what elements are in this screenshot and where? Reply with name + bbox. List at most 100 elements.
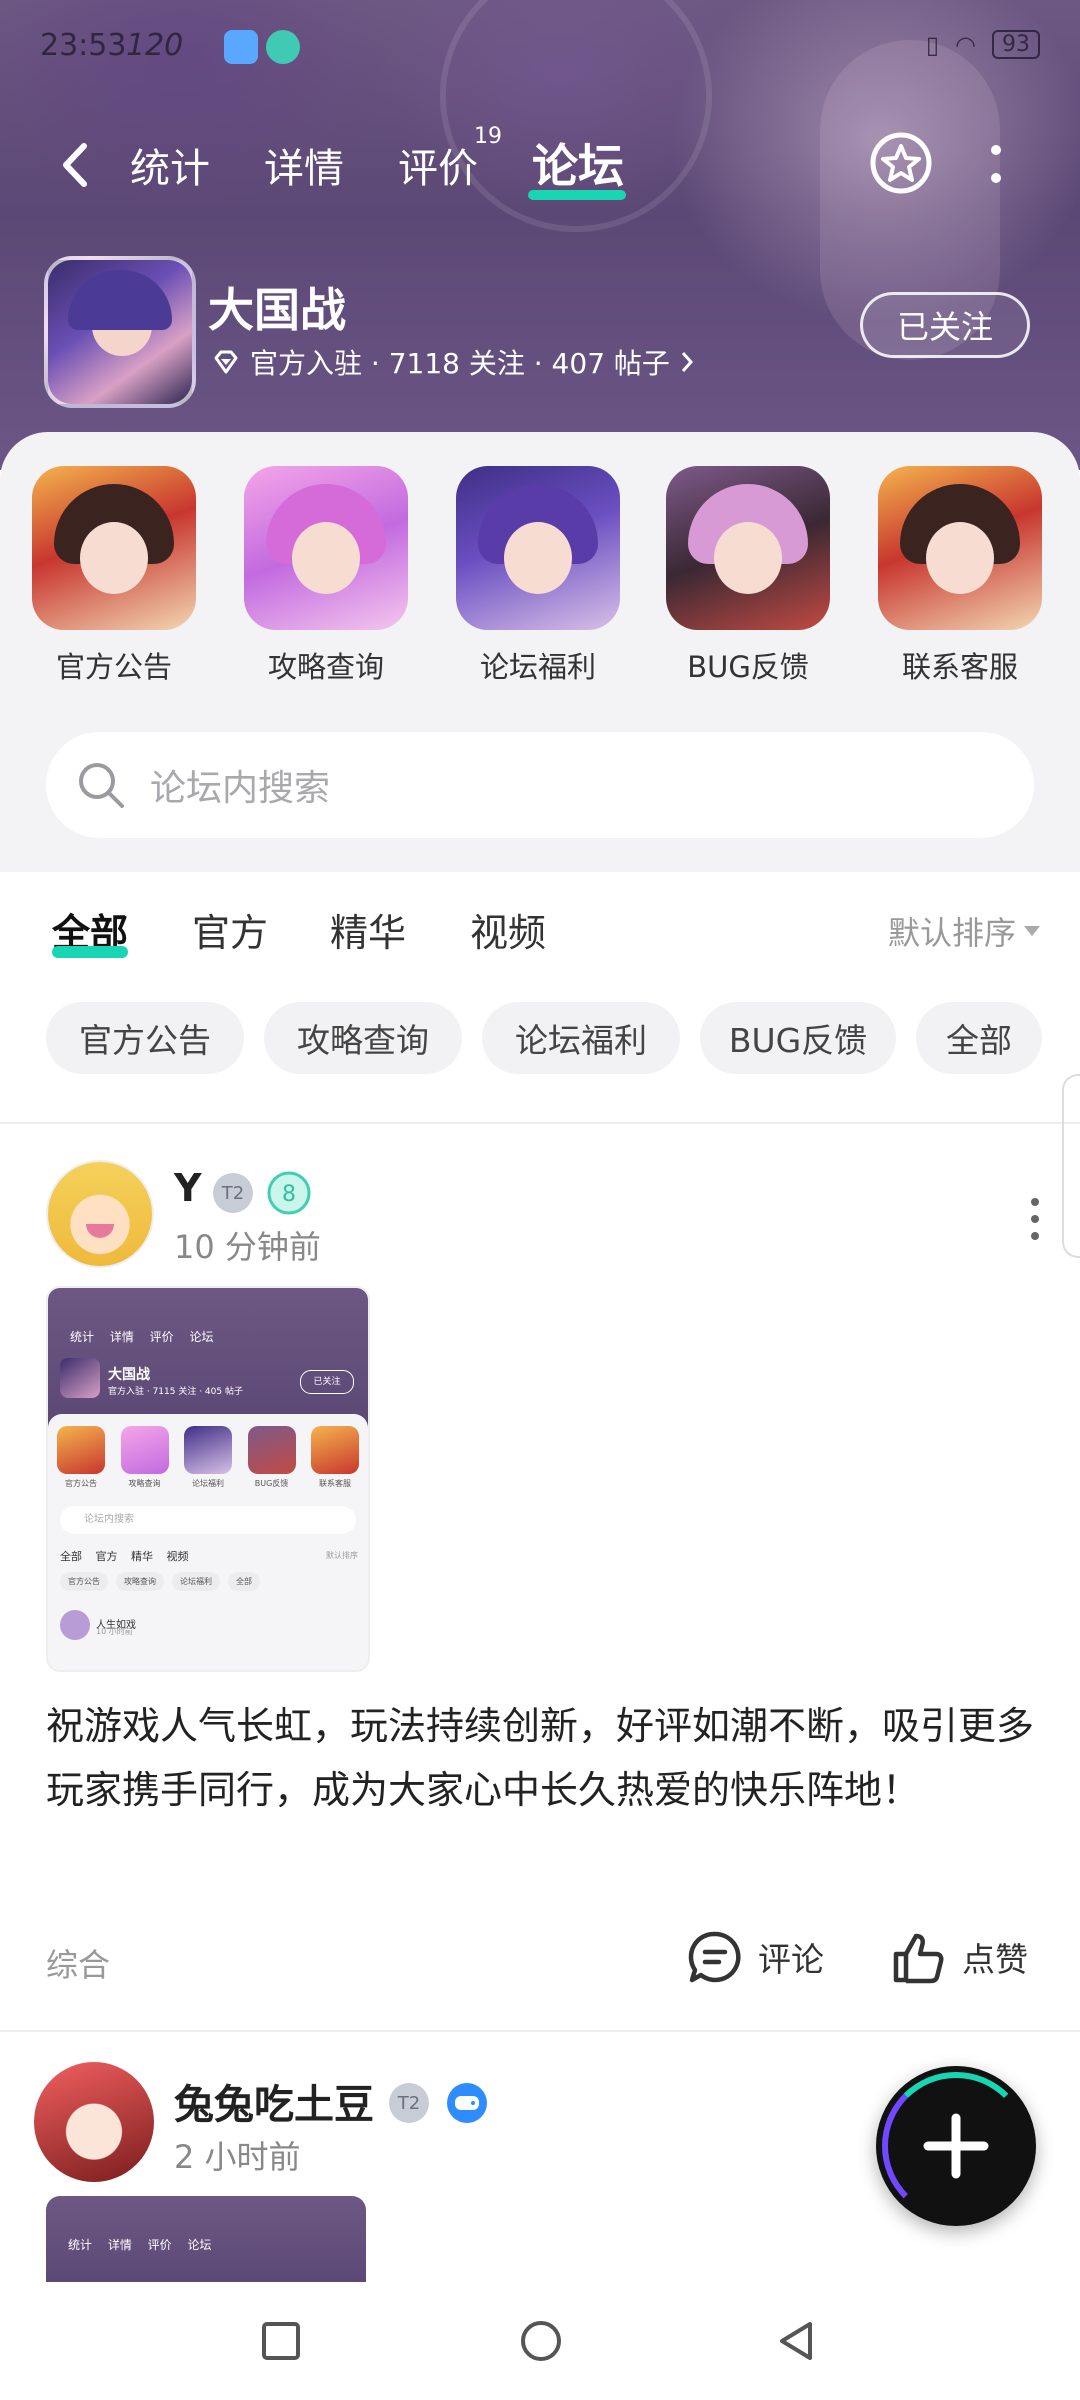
- thumb-tabs: 统计 详情 评价 论坛: [70, 1330, 214, 1344]
- chip-all[interactable]: 全部: [916, 1002, 1042, 1074]
- category-image: [456, 466, 620, 630]
- post-image[interactable]: 统计 详情 评价 论坛: [46, 2196, 366, 2286]
- status-icons: ▯ ◠ 93: [926, 30, 1040, 59]
- post-time: 10 分钟前: [174, 1228, 321, 1266]
- search-input[interactable]: 论坛内搜索: [46, 732, 1034, 838]
- system-nav-bar: [0, 2282, 1080, 2400]
- post-username[interactable]: Y: [174, 1166, 202, 1210]
- post-content[interactable]: 祝游戏人气长虹，玩法持续创新，好评如潮不断，吸引更多玩家携手同行，成为大家心中长…: [46, 1694, 1034, 1822]
- game-info: 大国战 官方入驻 · 7118 关注 · 407 帖子 已关注: [0, 256, 1080, 408]
- thumb-category: 攻略查询: [120, 1426, 170, 1489]
- post-footer: 综合 评论 点赞: [0, 1924, 1080, 1994]
- svg-text:8: 8: [282, 1182, 296, 1207]
- chip-welfare[interactable]: 论坛福利: [482, 1002, 680, 1074]
- chip-official-notice[interactable]: 官方公告: [46, 1002, 244, 1074]
- tab-details[interactable]: 详情: [264, 136, 344, 194]
- gamepad-badge-icon: [447, 2083, 487, 2123]
- svg-text:T2: T2: [221, 1183, 244, 1204]
- like-button[interactable]: 点赞: [890, 1928, 1028, 1986]
- thumb-game-icon: [60, 1358, 100, 1398]
- thumb-category: 论坛福利: [183, 1426, 233, 1489]
- filter-tab-featured[interactable]: 精华: [330, 902, 406, 957]
- post-item[interactable]: Y T2 8 10 分钟前 统计 详情 评价 论坛 大国战 官方入驻 · 711…: [0, 1154, 1080, 2004]
- app-notification-icon: [224, 30, 258, 64]
- category-guides[interactable]: 攻略查询: [236, 466, 416, 686]
- follow-button[interactable]: 已关注: [860, 292, 1030, 358]
- comment-button[interactable]: 评论: [686, 1928, 824, 1986]
- category-image: [878, 466, 1042, 630]
- post-more-icon[interactable]: [1028, 1194, 1042, 1244]
- wifi-icon: ◠: [955, 30, 976, 59]
- plus-icon: [923, 2113, 989, 2179]
- category-label: BUG反馈: [687, 650, 809, 684]
- thumb-search: 论坛内搜索: [60, 1506, 356, 1534]
- chip-guides[interactable]: 攻略查询: [264, 1002, 462, 1074]
- category-label: 联系客服: [901, 650, 1018, 684]
- favorite-button[interactable]: [868, 130, 934, 196]
- sort-label: 默认排序: [887, 914, 1016, 952]
- star-icon: [870, 132, 932, 194]
- tab-forum[interactable]: 论坛: [532, 130, 624, 196]
- thumb-sort: 默认排序: [326, 1551, 358, 1560]
- level-badge-icon: T2: [213, 1173, 253, 1213]
- game-meta-text: 官方入驻 · 7118 关注 · 407 帖子: [250, 347, 670, 380]
- thumb-category: 官方公告: [56, 1426, 106, 1489]
- category-official-notice[interactable]: 官方公告: [24, 466, 204, 686]
- svg-text:T2: T2: [397, 2093, 420, 2114]
- avatar[interactable]: [46, 1160, 154, 1268]
- avatar[interactable]: [34, 2062, 154, 2182]
- thumb-category: BUG反馈: [247, 1426, 297, 1489]
- thumb-category: 联系客服: [310, 1426, 360, 1489]
- back-button[interactable]: [56, 138, 96, 192]
- category-image: [666, 466, 830, 630]
- post-category[interactable]: 综合: [46, 1940, 110, 1986]
- post-image[interactable]: 统计 详情 评价 论坛 大国战 官方入驻 · 7115 关注 · 405 帖子 …: [46, 1286, 370, 1672]
- chip-bug-report[interactable]: BUG反馈: [700, 1002, 896, 1074]
- category-label: 官方公告: [55, 650, 172, 684]
- more-button[interactable]: [986, 138, 1006, 192]
- game-name: 大国战: [208, 283, 346, 337]
- more-icon: [991, 145, 1001, 183]
- create-post-button[interactable]: [876, 2066, 1036, 2226]
- divider: [0, 1122, 1080, 1124]
- thumb-user: 人生如戏 10 小时前: [60, 1610, 136, 1640]
- category-customer-service[interactable]: 联系客服: [870, 466, 1050, 686]
- diamond-icon: [214, 350, 238, 374]
- sort-dropdown[interactable]: 默认排序: [888, 908, 1040, 954]
- thumbs-up-icon: [893, 1933, 944, 1984]
- filter-tab-official[interactable]: 官方: [192, 902, 268, 957]
- level-badge-icon: T2: [389, 2083, 429, 2123]
- post-username[interactable]: 兔兔吃土豆: [174, 2072, 374, 2130]
- tab-reviews[interactable]: 评价: [398, 136, 478, 194]
- tab-stats[interactable]: 统计: [130, 136, 210, 194]
- comment-icon: [688, 1931, 741, 1983]
- category-bug-report[interactable]: BUG反馈: [658, 466, 838, 686]
- category-label: 攻略查询: [267, 650, 384, 684]
- home-icon[interactable]: [516, 2316, 566, 2366]
- thumb-follow: 已关注: [300, 1370, 354, 1394]
- thumb-game-meta: 官方入驻 · 7115 关注 · 405 帖子: [108, 1387, 243, 1397]
- status-time: 23:53: [40, 28, 127, 63]
- thumb-tabs: 统计 详情 评价 论坛: [68, 2238, 212, 2252]
- achievement-badge-icon: 8: [267, 1171, 311, 1215]
- category-welfare[interactable]: 论坛福利: [448, 466, 628, 686]
- caret-down-icon: [1024, 926, 1040, 936]
- game-icon[interactable]: [44, 256, 196, 408]
- thumb-header: [48, 1288, 368, 1428]
- recent-apps-icon[interactable]: [256, 2316, 306, 2366]
- active-tab-indicator: [528, 190, 626, 200]
- top-nav: 统计 详情 评价 19 论坛: [0, 120, 1080, 210]
- thumb-filter-tabs: 全部 官方 精华 视频: [60, 1550, 189, 1563]
- back-icon: [63, 143, 87, 187]
- category-label: 论坛福利: [479, 650, 596, 684]
- forum-header: 23:53 120 ▯ ◠ 93 统计 详情 评价 19 论坛 大国战 官方入驻…: [0, 0, 1080, 470]
- filter-tab-video[interactable]: 视频: [470, 902, 546, 957]
- back-nav-icon[interactable]: [772, 2316, 822, 2366]
- network-speed: 120: [126, 28, 184, 63]
- game-meta[interactable]: 官方入驻 · 7118 关注 · 407 帖子: [212, 342, 694, 382]
- app-notification-icon-2: [266, 30, 300, 64]
- battery-icon: 93: [992, 30, 1040, 59]
- chevron-right-icon: [681, 352, 693, 372]
- filter-tab-indicator: [52, 946, 128, 958]
- category-image: [32, 466, 196, 630]
